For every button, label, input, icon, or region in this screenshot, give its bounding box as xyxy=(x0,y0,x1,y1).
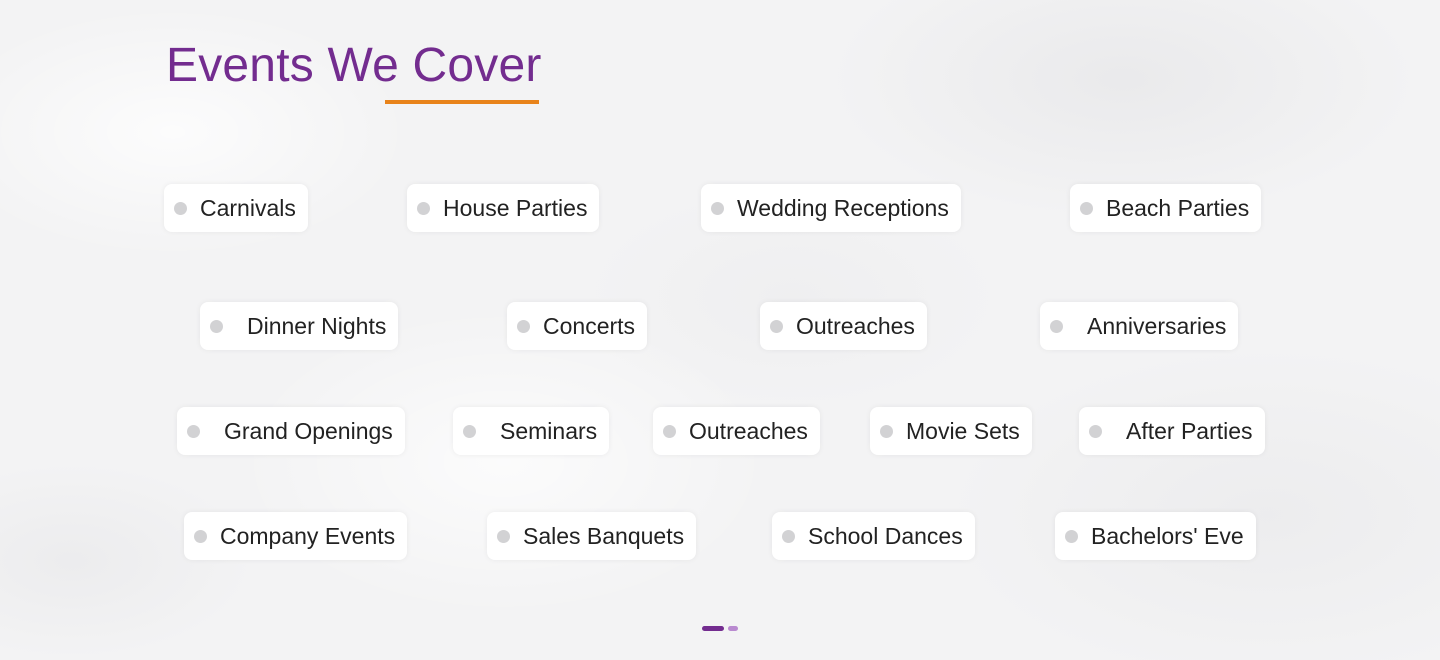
bullet-icon xyxy=(770,319,783,333)
carousel-pagination xyxy=(702,626,738,631)
bullet-icon xyxy=(194,529,207,543)
event-label: Concerts xyxy=(543,313,636,339)
bullet-icon xyxy=(463,424,476,438)
event-label: Sales Banquets xyxy=(523,523,685,549)
event-chip-carnivals[interactable]: Carnivals xyxy=(164,184,308,232)
event-chip-bachelors-eve[interactable]: Bachelors' Eve xyxy=(1055,512,1256,560)
bullet-icon xyxy=(210,319,223,333)
event-label: Wedding Receptions xyxy=(737,195,949,221)
bullet-icon xyxy=(663,424,676,438)
bullet-icon xyxy=(1080,201,1093,215)
section-title: Events We Cover xyxy=(166,39,542,92)
bullet-icon xyxy=(497,529,510,543)
event-label: Outreaches xyxy=(796,313,915,339)
bullet-icon xyxy=(711,201,724,215)
bullet-icon xyxy=(1089,424,1102,438)
event-label: Bachelors' Eve xyxy=(1091,523,1244,549)
bullet-icon xyxy=(187,424,200,438)
event-chip-school-dances[interactable]: School Dances xyxy=(772,512,975,560)
event-label: Movie Sets xyxy=(906,418,1020,444)
event-chip-concerts[interactable]: Concerts xyxy=(507,302,648,350)
title-underline-accent xyxy=(385,100,539,104)
bullet-icon xyxy=(417,201,430,215)
event-label: Seminars xyxy=(500,418,598,444)
event-chip-after-parties[interactable]: After Parties xyxy=(1079,407,1265,455)
event-label: Grand Openings xyxy=(224,418,393,444)
pagination-dot-active[interactable] xyxy=(702,626,724,631)
event-label: School Dances xyxy=(808,523,963,549)
event-chip-wedding-receptions[interactable]: Wedding Receptions xyxy=(701,184,961,232)
bullet-icon xyxy=(174,201,187,215)
event-label: Dinner Nights xyxy=(247,313,387,339)
event-label: Carnivals xyxy=(200,195,296,221)
bullet-icon xyxy=(880,424,893,438)
event-label: Outreaches xyxy=(689,418,808,444)
bullet-icon xyxy=(782,529,795,543)
event-chip-grand-openings[interactable]: Grand Openings xyxy=(177,407,405,455)
event-label: After Parties xyxy=(1126,418,1253,444)
event-chip-outreaches[interactable]: Outreaches xyxy=(760,302,927,350)
event-chip-house-parties[interactable]: House Parties xyxy=(407,184,600,232)
event-chip-movie-sets[interactable]: Movie Sets xyxy=(870,407,1032,455)
event-label: House Parties xyxy=(443,195,588,221)
event-label: Anniversaries xyxy=(1087,313,1227,339)
event-chip-seminars[interactable]: Seminars xyxy=(453,407,610,455)
bullet-icon xyxy=(517,319,530,333)
event-label: Company Events xyxy=(220,523,396,549)
event-chip-outreaches-2[interactable]: Outreaches xyxy=(653,407,820,455)
event-chip-company-events[interactable]: Company Events xyxy=(184,512,408,560)
bullet-icon xyxy=(1065,529,1078,543)
event-chip-anniversaries[interactable]: Anniversaries xyxy=(1040,302,1239,350)
event-chip-dinner-nights[interactable]: Dinner Nights xyxy=(200,302,399,350)
pagination-dot[interactable] xyxy=(728,626,738,631)
bullet-icon xyxy=(1050,319,1063,333)
event-chip-beach-parties[interactable]: Beach Parties xyxy=(1070,184,1262,232)
event-label: Beach Parties xyxy=(1106,195,1250,221)
event-chip-sales-banquets[interactable]: Sales Banquets xyxy=(487,512,697,560)
